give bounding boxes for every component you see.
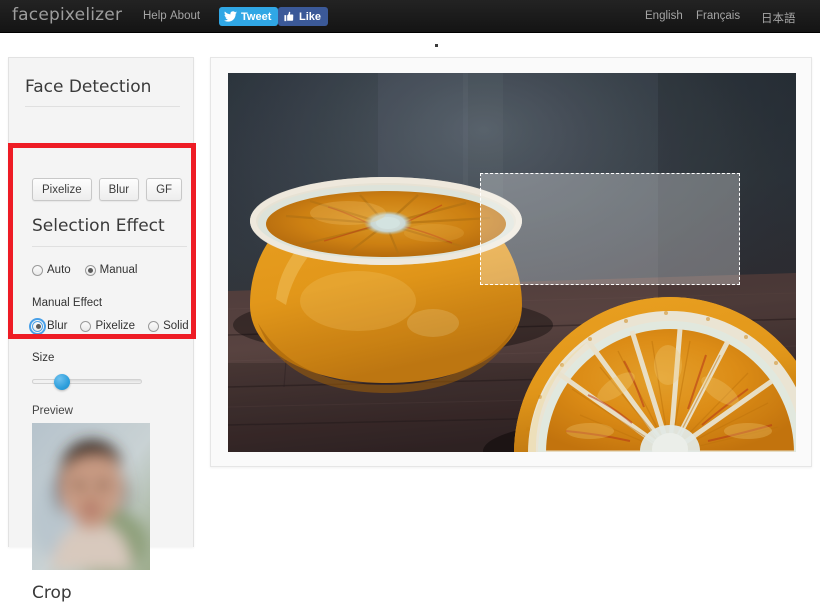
size-slider-handle[interactable] <box>54 374 70 390</box>
language-option-francais[interactable]: Français <box>696 10 740 22</box>
blurred-portrait-graphic <box>32 423 150 570</box>
radio-effect-pixelize-label: Pixelize <box>95 320 136 332</box>
preview-thumbnail-image <box>32 423 150 570</box>
radio-effect-blur-label: Blur <box>47 320 68 332</box>
canvas-top-marker-dot <box>435 44 438 47</box>
manual-effect-label: Manual Effect <box>32 297 103 309</box>
radio-effect-blur-dot <box>29 317 46 335</box>
selection-mode-radio-group: Auto Manual <box>32 264 137 276</box>
size-slider[interactable] <box>32 374 142 390</box>
face-detection-heading: Face Detection <box>25 77 152 97</box>
face-detection-divider <box>25 106 180 107</box>
radio-mode-manual-label: Manual <box>99 264 138 276</box>
radio-effect-pixelize-dot <box>80 320 92 332</box>
size-slider-label: Size <box>32 352 55 364</box>
canvas-photo[interactable] <box>228 73 796 452</box>
radio-effect-blur[interactable]: Blur <box>29 317 68 335</box>
nav-link-about[interactable]: About <box>170 10 200 22</box>
selection-effect-heading: Selection Effect <box>32 216 165 236</box>
top-navigation-bar: facepixelizer Help About Tweet Like Engl… <box>0 0 820 33</box>
nav-link-help[interactable]: Help <box>143 10 167 22</box>
facebook-like-button[interactable]: Like <box>278 7 329 26</box>
radio-mode-auto-dot <box>32 264 43 276</box>
face-detection-gf-button[interactable]: GF <box>146 178 183 201</box>
face-detection-button-row: Pixelize Blur GF <box>32 178 183 201</box>
language-option-english[interactable]: English <box>645 10 683 22</box>
face-detection-pixelize-button[interactable]: Pixelize <box>32 178 92 201</box>
radio-effect-solid-dot <box>148 320 160 332</box>
preview-label: Preview <box>32 405 73 417</box>
radio-effect-pixelize[interactable]: Pixelize <box>80 320 135 332</box>
tweet-button-label: Tweet <box>241 10 272 23</box>
radio-mode-manual[interactable]: Manual <box>84 264 138 276</box>
crop-heading: Crop <box>32 583 72 603</box>
image-canvas-panel <box>210 57 812 467</box>
selection-rectangle[interactable] <box>480 173 740 285</box>
radio-mode-auto-label: Auto <box>47 264 71 276</box>
thumbs-up-icon <box>284 11 294 22</box>
left-tools-sidebar: Face Detection Pixelize Blur GF Selectio… <box>8 57 194 603</box>
like-button-label: Like <box>299 10 322 23</box>
face-detection-blur-button[interactable]: Blur <box>98 178 140 201</box>
radio-effect-solid[interactable]: Solid <box>148 320 189 332</box>
radio-effect-solid-label: Solid <box>163 320 189 332</box>
selection-effect-divider <box>32 246 187 247</box>
radio-mode-auto[interactable]: Auto <box>32 264 71 276</box>
twitter-bird-icon <box>224 11 237 22</box>
manual-effect-radio-group: Blur Pixelize Solid <box>29 317 189 335</box>
language-option-japanese[interactable]: 日本語 <box>761 10 796 26</box>
tweet-button[interactable]: Tweet <box>219 7 279 26</box>
radio-mode-manual-dot <box>84 264 96 276</box>
app-logo-facepixelizer[interactable]: facepixelizer <box>12 5 122 25</box>
